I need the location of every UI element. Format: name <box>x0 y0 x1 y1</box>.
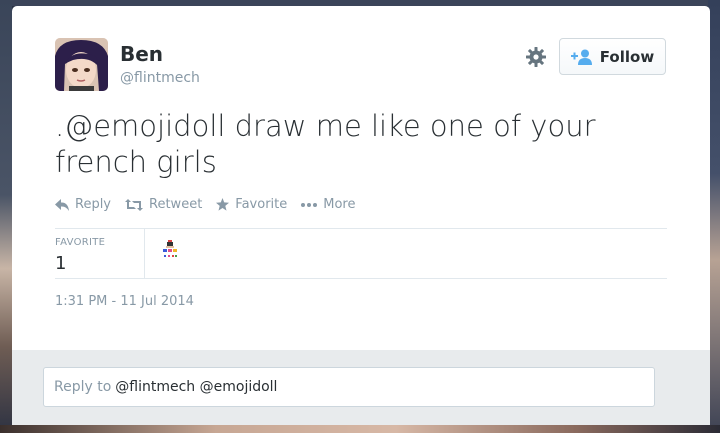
tweet-card: Ben @flintmech Follow .@emojidoll draw m… <box>12 6 710 425</box>
reply-prefill: @flintmech @emojidoll <box>115 379 278 395</box>
retweet-action[interactable]: Retweet <box>125 197 202 212</box>
favoriter-avatar[interactable] <box>161 240 179 264</box>
favorite-action[interactable]: Favorite <box>216 197 287 212</box>
follow-button[interactable]: Follow <box>559 38 666 75</box>
follow-person-icon <box>570 49 592 65</box>
tweet-actions: Reply Retweet Favorite More <box>55 197 355 212</box>
gear-icon[interactable] <box>525 46 547 68</box>
star-icon <box>216 198 230 211</box>
author-avatar[interactable] <box>55 38 108 91</box>
favoriter-avatar-image <box>163 240 177 257</box>
reply-placeholder: Reply to <box>54 379 112 395</box>
retweet-icon <box>125 198 144 211</box>
tweet-text: .@emojidoll draw me like one of your fre… <box>55 109 596 179</box>
stats-separator <box>144 229 145 278</box>
more-action[interactable]: More <box>301 197 355 212</box>
more-dots-icon <box>301 202 318 207</box>
tweet-stats: FAVORITE 1 <box>55 229 667 278</box>
follow-label: Follow <box>599 47 655 66</box>
author-handle[interactable]: @flintmech <box>120 69 200 87</box>
avatar-image <box>55 38 108 91</box>
reply-input[interactable]: Reply to @flintmech @emojidoll <box>43 367 655 407</box>
background-left <box>0 0 12 433</box>
tweet-timestamp[interactable]: 1:31 PM - 11 Jul 2014 <box>55 294 194 309</box>
reply-icon <box>55 198 69 211</box>
reply-area: Reply to @flintmech @emojidoll <box>12 350 710 425</box>
reply-label: Reply <box>75 197 112 212</box>
reply-action[interactable]: Reply <box>55 197 111 212</box>
author-name[interactable]: Ben <box>120 42 163 66</box>
divider-bottom <box>55 278 667 279</box>
retweet-label: Retweet <box>149 197 203 212</box>
favorite-stat-label: FAVORITE <box>55 237 106 248</box>
favorite-label: Favorite <box>235 197 288 212</box>
favorite-stat-count[interactable]: 1 <box>55 253 66 274</box>
more-label: More <box>323 197 356 212</box>
background-bottom <box>0 425 720 433</box>
